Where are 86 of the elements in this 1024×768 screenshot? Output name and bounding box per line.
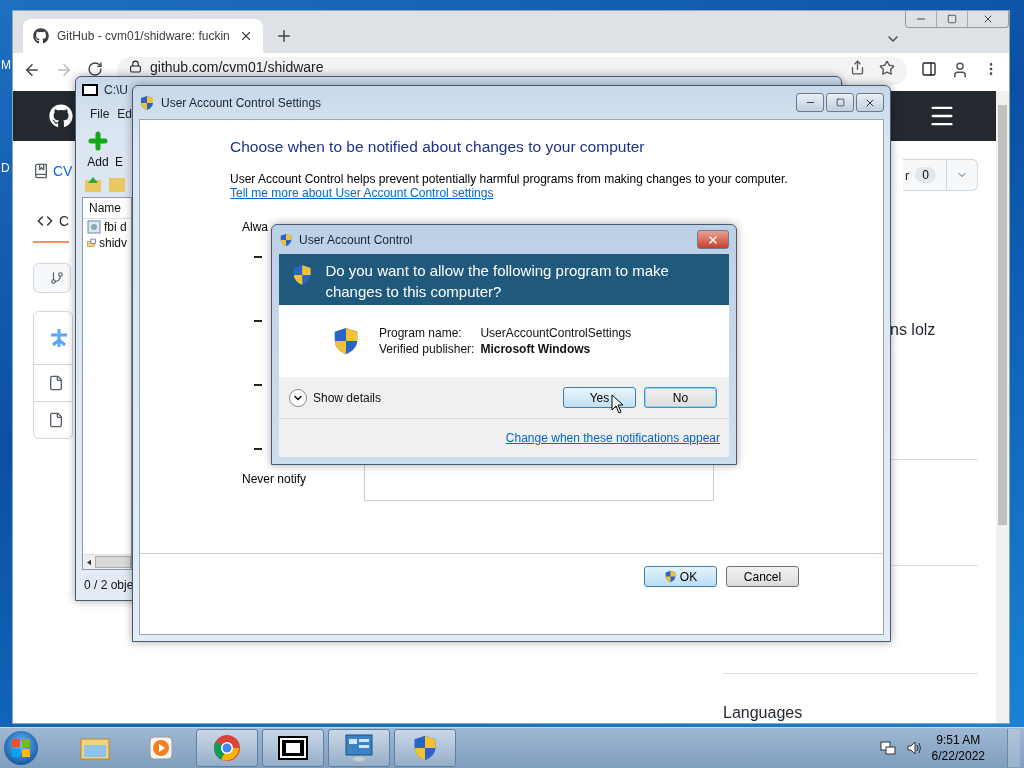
- menu-item[interactable]: Ed: [117, 107, 133, 121]
- archiver-icon: [278, 736, 308, 760]
- profile-icon[interactable]: [951, 61, 969, 79]
- maximize-icon: [947, 14, 957, 24]
- repo-icon: [33, 163, 49, 179]
- logo-icon: [33, 28, 49, 44]
- question-text: Do you want to allow the following program to make changes to this computer?: [325, 261, 670, 302]
- settings-link[interactable]: Change when these notifications appear: [505, 431, 720, 445]
- maximize-icon: [835, 98, 845, 107]
- tab-title: GitHub - cvm01/shidware: fuckin: [57, 29, 231, 43]
- slider-bottom-label: Never notify: [242, 472, 307, 486]
- show-desktop-button[interactable]: [1007, 729, 1020, 767]
- description-text: User Account Control helps prevent potentially harmful programs from making changes to your computer.: [230, 172, 789, 186]
- star-icon[interactable]: [879, 60, 895, 76]
- maximize-button[interactable]: [826, 93, 854, 112]
- shield-icon: [663, 570, 677, 583]
- window-title: User Account Control: [299, 232, 413, 247]
- slider-top-label: Alwa: [242, 220, 268, 234]
- new-tab-icon[interactable]: [275, 27, 293, 45]
- speaker-icon[interactable]: [905, 740, 922, 756]
- start-button[interactable]: [4, 731, 38, 765]
- share-icon[interactable]: [850, 60, 865, 75]
- reload-icon[interactable]: [87, 61, 103, 77]
- about-text: ns lolz: [890, 321, 937, 339]
- section-heading: Languages: [723, 704, 804, 722]
- program-name: UserAccountControlSettings: [480, 326, 632, 340]
- close-icon[interactable]: [239, 29, 253, 43]
- star-button[interactable]: r 0: [903, 159, 978, 191]
- up-folder-icon[interactable]: [84, 175, 102, 193]
- dialog-button[interactable]: No: [644, 387, 717, 408]
- nav-tab[interactable]: C: [33, 213, 70, 243]
- dialog-button[interactable]: Yes: [563, 387, 636, 408]
- toolbar-button[interactable]: Add: [86, 129, 110, 169]
- folder-icon: [108, 175, 126, 193]
- code-icon: [37, 213, 53, 229]
- program-icon: [87, 220, 101, 234]
- lock-icon: [129, 60, 142, 73]
- window-title: C:\U: [104, 83, 128, 97]
- browser-icon: [213, 734, 241, 762]
- page-heading: Choose when to be notified about changes to your computer: [230, 138, 646, 156]
- archive-icon: [87, 236, 96, 250]
- branch-button[interactable]: [33, 263, 71, 293]
- arrow-icon[interactable]: [87, 558, 92, 566]
- file-icon: [48, 375, 64, 391]
- close-button[interactable]: [856, 93, 884, 112]
- folder-icon: [80, 735, 110, 761]
- toolbar-button[interactable]: E: [114, 129, 124, 169]
- menu-item[interactable]: File: [90, 107, 110, 121]
- app-icon: [82, 84, 98, 96]
- shield-icon: [139, 94, 155, 111]
- close-icon: [707, 233, 719, 246]
- field-label: Verified publisher:: [379, 342, 475, 356]
- plus-icon: [86, 129, 110, 153]
- help-link[interactable]: Tell me more about User Account Control settings: [230, 186, 883, 200]
- control-panel-icon: [344, 734, 374, 762]
- network-icon[interactable]: [879, 740, 896, 756]
- details-toggle[interactable]: Show details: [289, 388, 382, 407]
- taskbar-app[interactable]: [262, 729, 324, 767]
- url-text: github.com/cvm01/shidware: [150, 60, 324, 74]
- scrollbar[interactable]: [996, 91, 1009, 723]
- minimize-button[interactable]: [796, 93, 824, 112]
- repo-name[interactable]: CV: [53, 163, 73, 179]
- browser-tab[interactable]: GitHub - cvm01/shidware: fuckin: [23, 19, 263, 53]
- dialog-button[interactable]: Cancel: [726, 566, 799, 587]
- scrollbar[interactable]: [83, 554, 131, 569]
- desktop-icon-label: D: [1, 161, 10, 175]
- logo-icon[interactable]: [49, 104, 73, 128]
- file-row[interactable]: fbi d: [83, 219, 131, 235]
- field-label: Program name:: [379, 326, 463, 340]
- desktop-icon-label: M: [1, 58, 11, 72]
- file-icon: [48, 412, 64, 428]
- shield-icon: [279, 232, 293, 247]
- side-panel-icon[interactable]: [921, 61, 937, 77]
- dialog-button[interactable]: OK: [644, 566, 717, 587]
- branch-icon: [50, 271, 64, 285]
- windows-logo-icon: [12, 739, 30, 757]
- close-icon: [982, 13, 994, 25]
- pointer-icon: [611, 394, 624, 414]
- window-title: User Account Control Settings: [161, 95, 322, 110]
- play-icon: [148, 735, 174, 761]
- status-text: 0 / 2 obje: [83, 577, 135, 594]
- file-row[interactable]: shidv: [83, 235, 131, 251]
- column-header[interactable]: Name: [83, 198, 131, 219]
- back-icon[interactable]: [23, 61, 41, 79]
- clock[interactable]: 9:51 AM 6/22/2022: [931, 732, 985, 764]
- publisher-name: Microsoft Windows: [480, 342, 592, 356]
